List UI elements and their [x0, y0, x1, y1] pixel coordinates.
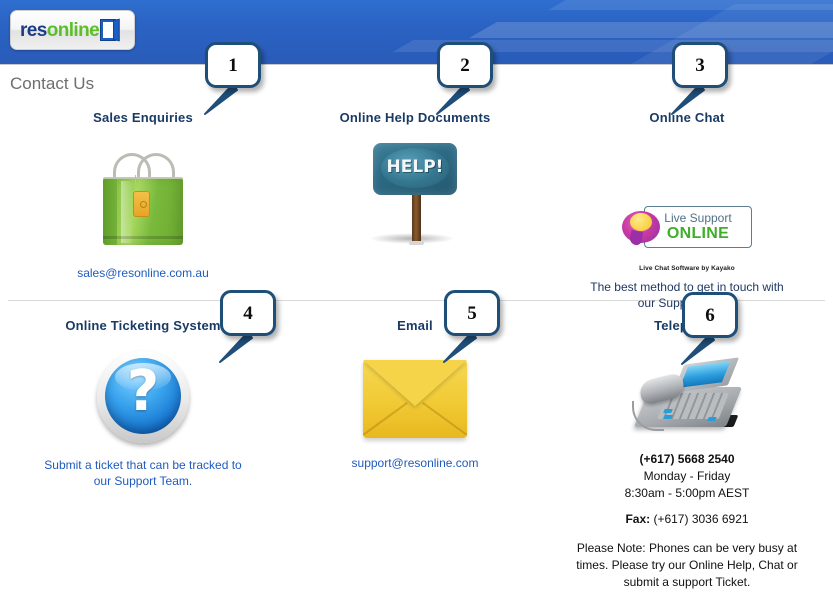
callout-6-box: 6 — [682, 292, 738, 338]
callout-4[interactable]: 4 — [219, 290, 276, 363]
envelope-icon-graphic — [363, 360, 467, 438]
callout-4-box: 4 — [220, 290, 276, 336]
chat-bubble-inner-icon — [630, 213, 652, 231]
bag-tag-string — [135, 175, 136, 192]
phone-key-blue-3 — [707, 417, 717, 421]
question-mark-icon-graphic: ? — [97, 351, 189, 443]
envelope-fold-left — [363, 401, 408, 438]
callout-5-box: 5 — [444, 290, 500, 336]
door-icon — [100, 18, 120, 42]
shopping-bag-icon — [8, 139, 278, 259]
bag-price-tag — [133, 191, 150, 217]
callout-1[interactable]: 1 — [204, 42, 261, 115]
live-support-badge-box: Live Support ONLINE — [644, 206, 752, 248]
section-title-help-docs: Online Help Documents — [339, 110, 491, 125]
section-sales-enquiries: Sales Enquiries sales@resonline.com.au — [8, 110, 278, 281]
callout-3[interactable]: 3 — [671, 42, 728, 115]
section-online-chat: Online Chat Live Support ONLINE Live Cha… — [552, 110, 822, 311]
ticketing-description[interactable]: Submit a ticket that can be tracked to o… — [8, 457, 278, 489]
callout-1-number: 1 — [228, 54, 238, 76]
logo-text-res: res — [20, 19, 47, 41]
shopping-bag-icon-graphic — [97, 151, 189, 247]
logo-text-online: online — [46, 19, 100, 41]
telephone-spacer — [552, 502, 822, 511]
telephone-note: Please Note: Phones can be very busy at … — [552, 540, 822, 591]
live-support-badge[interactable]: Live Support ONLINE — [622, 206, 752, 250]
banner-swoosh-2 — [469, 22, 833, 38]
telephone-hours: 8:30am - 5:00pm AEST — [624, 486, 750, 500]
live-chat-badge-icon[interactable]: Live Support ONLINE — [552, 185, 822, 271]
page-title: Contact Us — [10, 74, 95, 93]
telephone-number: (+617) 5668 2540 — [639, 452, 735, 466]
callout-4-number: 4 — [243, 302, 253, 324]
callout-2-box: 2 — [437, 42, 493, 88]
callout-3-number: 3 — [695, 54, 705, 76]
live-support-status: ONLINE — [666, 225, 730, 242]
fax-line: Fax: (+617) 3036 6921 — [552, 511, 822, 528]
door-icon-inner — [103, 22, 114, 38]
callout-5[interactable]: 5 — [443, 290, 500, 363]
callout-1-box: 1 — [205, 42, 261, 88]
support-email-link[interactable]: support@resonline.com — [280, 455, 550, 471]
sales-email-link[interactable]: sales@resonline.com.au — [8, 265, 278, 281]
resonline-logo[interactable]: resonline — [10, 10, 135, 50]
logo-text: resonline — [20, 19, 100, 41]
callout-2-number: 2 — [460, 54, 470, 76]
fax-label: Fax: — [625, 512, 651, 526]
help-sign-icon-graphic: HELP! — [367, 141, 463, 249]
live-support-label: Live Support — [664, 211, 732, 225]
fax-number: (+617) 3036 6921 — [650, 512, 749, 526]
section-email: Email support@resonline.com — [280, 318, 550, 471]
telephone-note-label: Please Note: — [576, 541, 646, 555]
contact-us-page: resonline Contact Us Sales Enquiries sal… — [0, 0, 833, 612]
telephone-days: Monday - Friday — [643, 469, 731, 483]
section-online-help-documents: Online Help Documents HELP! — [280, 110, 550, 255]
help-sign-post — [412, 193, 421, 243]
help-sign-foot — [409, 241, 424, 245]
qmark-glyph: ? — [126, 359, 160, 424]
help-sign-text: HELP! — [386, 157, 444, 177]
help-sign-icon[interactable]: HELP! — [280, 135, 550, 255]
chat-attribution: Live Chat Software by Kayako — [639, 265, 735, 272]
door-icon-leaf — [113, 18, 120, 42]
banner-swoosh-4 — [631, 4, 833, 64]
section-title-email: Email — [397, 318, 433, 333]
envelope-flap — [363, 360, 467, 406]
telephone-details: (+617) 5668 2540 Monday - Friday 8:30am … — [552, 451, 822, 528]
callout-5-number: 5 — [467, 302, 477, 324]
envelope-fold-right — [422, 401, 467, 438]
envelope-icon — [280, 347, 550, 451]
bag-gloss — [121, 181, 133, 243]
bag-baseline — [103, 236, 183, 239]
phone-key-blue-1 — [663, 409, 673, 413]
phone-key-blue-2 — [663, 415, 673, 419]
callout-6-number: 6 — [705, 304, 715, 326]
callout-6[interactable]: 6 — [681, 292, 738, 365]
callout-3-box: 3 — [672, 42, 728, 88]
banner-swoosh-1 — [548, 0, 833, 10]
callout-2[interactable]: 2 — [436, 42, 493, 115]
